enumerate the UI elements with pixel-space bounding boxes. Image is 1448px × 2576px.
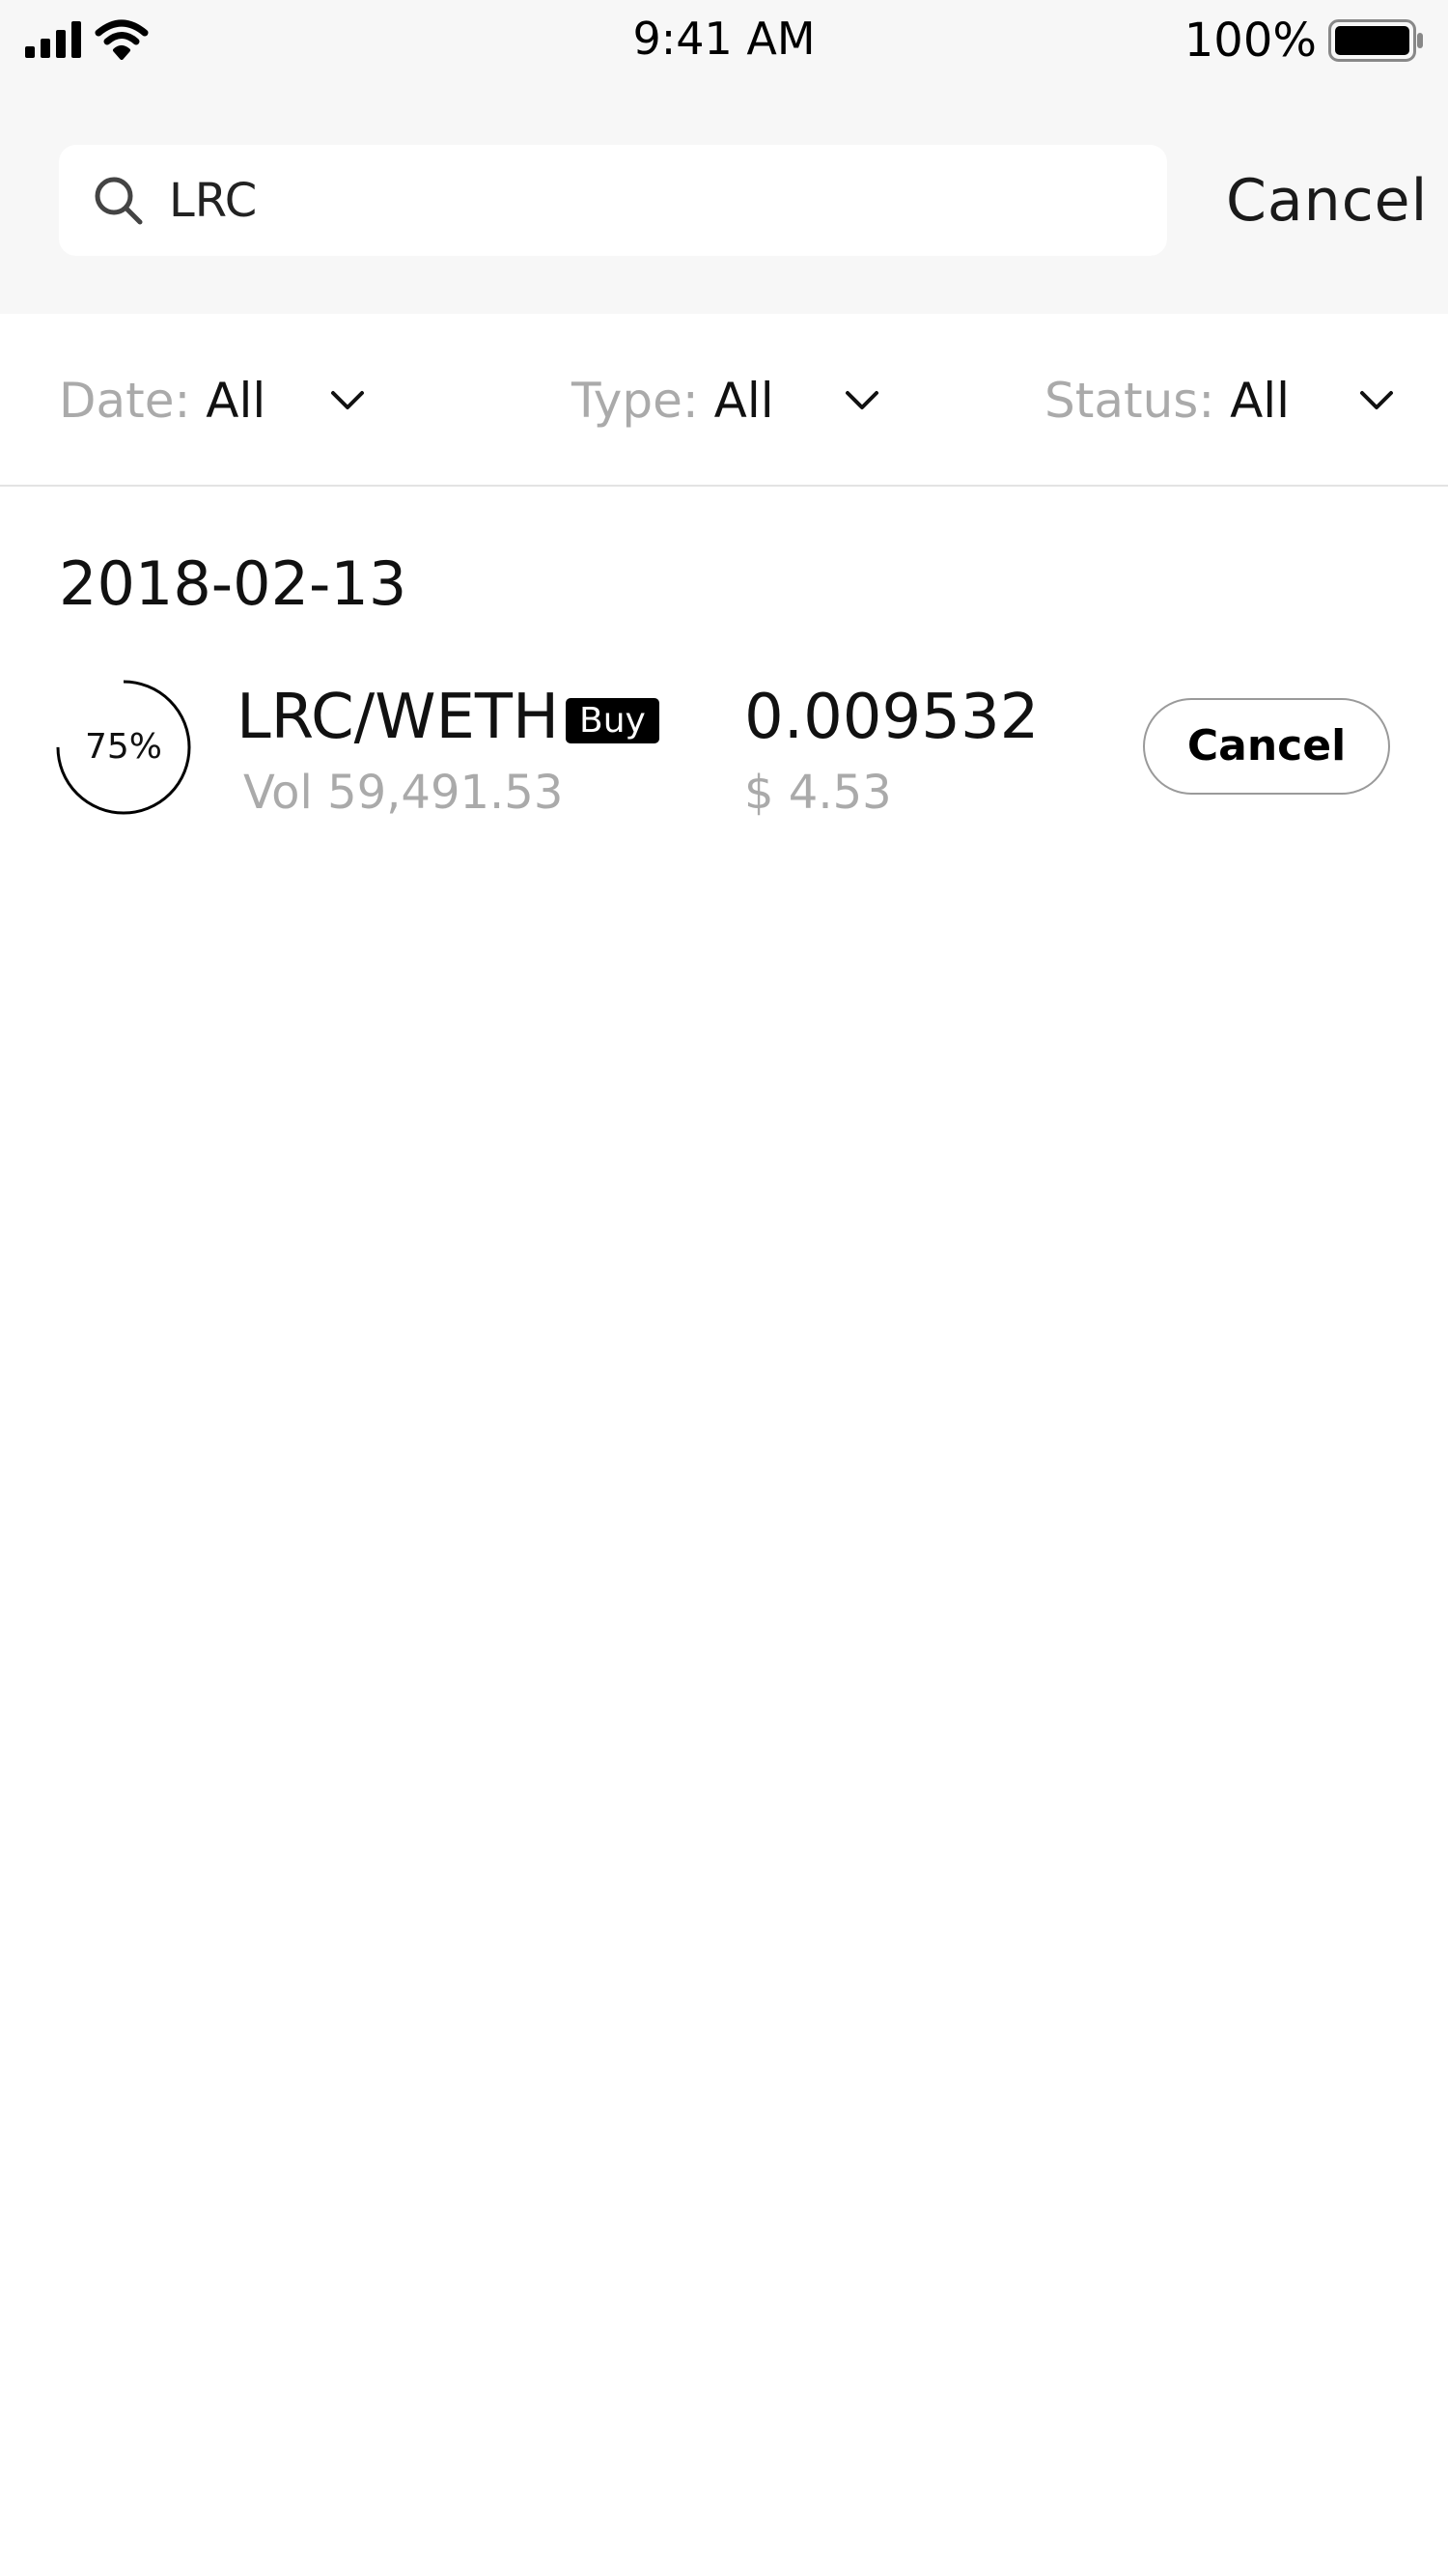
chevron-down-icon[interactable] — [1359, 390, 1394, 411]
battery-percent: 100% — [1183, 14, 1317, 68]
side-badge: Buy — [566, 698, 659, 743]
battery-icon — [1328, 19, 1423, 62]
chevron-down-icon[interactable] — [845, 390, 879, 411]
order-value: $ 4.53 — [744, 766, 892, 820]
order-volume: Vol 59,491.53 — [243, 766, 564, 820]
search-bar[interactable] — [59, 145, 1167, 256]
filter-type-label: Type: — [571, 373, 699, 429]
search-icon — [95, 177, 143, 225]
progress-label: 75% — [84, 727, 162, 767]
order-price: 0.009532 — [744, 682, 1040, 753]
cancel-order-button[interactable]: Cancel — [1143, 698, 1390, 795]
status-bar: 9:41 AM 100% — [0, 0, 1448, 77]
cancel-search-button[interactable]: Cancel — [1226, 162, 1428, 239]
filter-date[interactable]: Date: All — [59, 367, 265, 434]
filter-status[interactable]: Status: All — [1044, 367, 1290, 434]
date-header: 2018-02-13 — [59, 548, 407, 619]
filter-status-value: All — [1230, 373, 1291, 429]
search-header: 9:41 AM 100% Cancel — [0, 0, 1448, 314]
filter-type[interactable]: Type: All — [571, 367, 774, 434]
filter-date-label: Date: — [59, 373, 191, 429]
search-input[interactable] — [169, 164, 1134, 237]
filter-date-value: All — [206, 373, 266, 429]
pair-name: LRC/WETH — [237, 682, 560, 753]
filter-type-value: All — [713, 373, 774, 429]
chevron-down-icon[interactable] — [330, 390, 365, 411]
filter-status-label: Status: — [1044, 373, 1215, 429]
order-row[interactable]: 75% LRC/WETH Buy Vol 59,491.53 0.009532 … — [0, 671, 1448, 826]
divider — [0, 485, 1448, 487]
